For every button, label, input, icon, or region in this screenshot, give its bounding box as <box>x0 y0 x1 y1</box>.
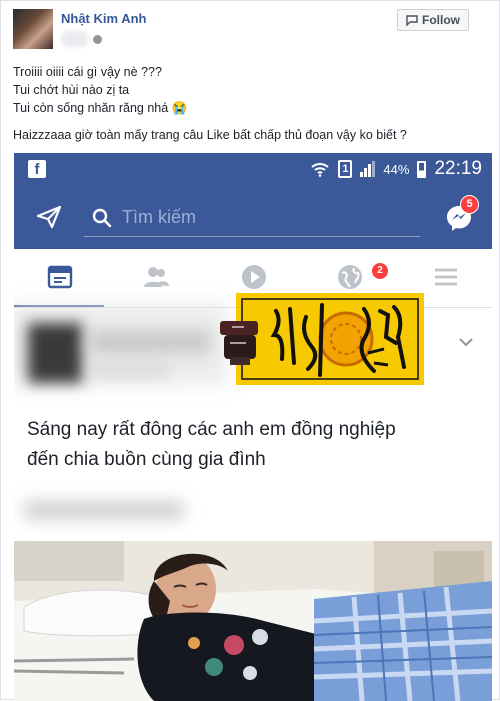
inner-post-line: đến chia buồn cùng gia đình <box>27 449 266 470</box>
news-feed-icon[interactable] <box>46 263 74 291</box>
inner-post-text: Sáng nay rất đông các anh em đồng nghiệp… <box>27 415 467 475</box>
inner-post-avatar-blurred <box>28 323 82 383</box>
caption-line: Troiiii oiiii cái gì vậy nè ??? <box>13 65 162 79</box>
post-meta <box>61 29 102 49</box>
follow-label: Follow <box>422 13 460 27</box>
phone-status-bar: f 1 44% 22:19 <box>14 153 492 185</box>
search-placeholder: Tìm kiếm <box>122 207 196 227</box>
wifi-icon <box>311 163 330 177</box>
chevron-down-icon[interactable] <box>458 337 474 347</box>
globe-icon <box>93 34 102 44</box>
follow-button[interactable]: Follow <box>397 9 469 31</box>
author-avatar[interactable] <box>13 9 53 49</box>
reactions-blurred <box>24 501 184 519</box>
search-icon <box>92 208 112 227</box>
author-name[interactable]: Nhật Kim Anh <box>61 11 146 26</box>
post-timestamp-blurred <box>61 31 89 47</box>
search-input[interactable]: Tìm kiếm <box>84 199 420 237</box>
friends-icon[interactable] <box>142 263 170 291</box>
battery-percent: 44% <box>383 161 410 177</box>
notifications-globe-icon[interactable] <box>336 263 364 291</box>
battery-icon <box>417 160 427 178</box>
messenger-badge: 5 <box>460 195 479 214</box>
caption-line: Haizzzaaa giờ toàn mấy trang câu Like bấ… <box>13 128 407 142</box>
clock-time: 22:19 <box>434 158 482 179</box>
signal-icon <box>360 161 376 177</box>
video-icon[interactable] <box>240 263 268 291</box>
inner-post-time-blurred <box>90 363 170 377</box>
menu-icon[interactable] <box>432 263 460 291</box>
hospital-photo[interactable] <box>14 541 492 701</box>
follow-icon <box>406 15 418 26</box>
caption-line: Tui chớt hùi nào zị ta <box>13 83 130 97</box>
app-search-bar: Tìm kiếm 5 <box>14 185 492 249</box>
post-caption: Troiiii oiiii cái gì vậy nè ??? Tui chớt… <box>13 63 483 144</box>
facebook-post: Nhật Kim Anh Follow Troiiii oiiii cái gì… <box>0 0 500 701</box>
caption-line: Tui còn sống nhăn răng nhá 😭 <box>13 101 188 115</box>
inner-post-line: Sáng nay rất đông các anh em đồng nghiệp <box>27 419 396 440</box>
attached-screenshot[interactable]: f 1 44% 22:19 Tìm kiếm 5 2 Sáng nay rất … <box>14 153 492 701</box>
inner-post-author-blurred <box>90 331 210 353</box>
sim-icon: 1 <box>338 160 353 178</box>
funeral-paper-sticker <box>220 293 424 385</box>
facebook-logo-icon: f <box>28 160 46 178</box>
camera-send-icon[interactable] <box>36 205 62 229</box>
notifications-badge: 2 <box>372 263 388 279</box>
